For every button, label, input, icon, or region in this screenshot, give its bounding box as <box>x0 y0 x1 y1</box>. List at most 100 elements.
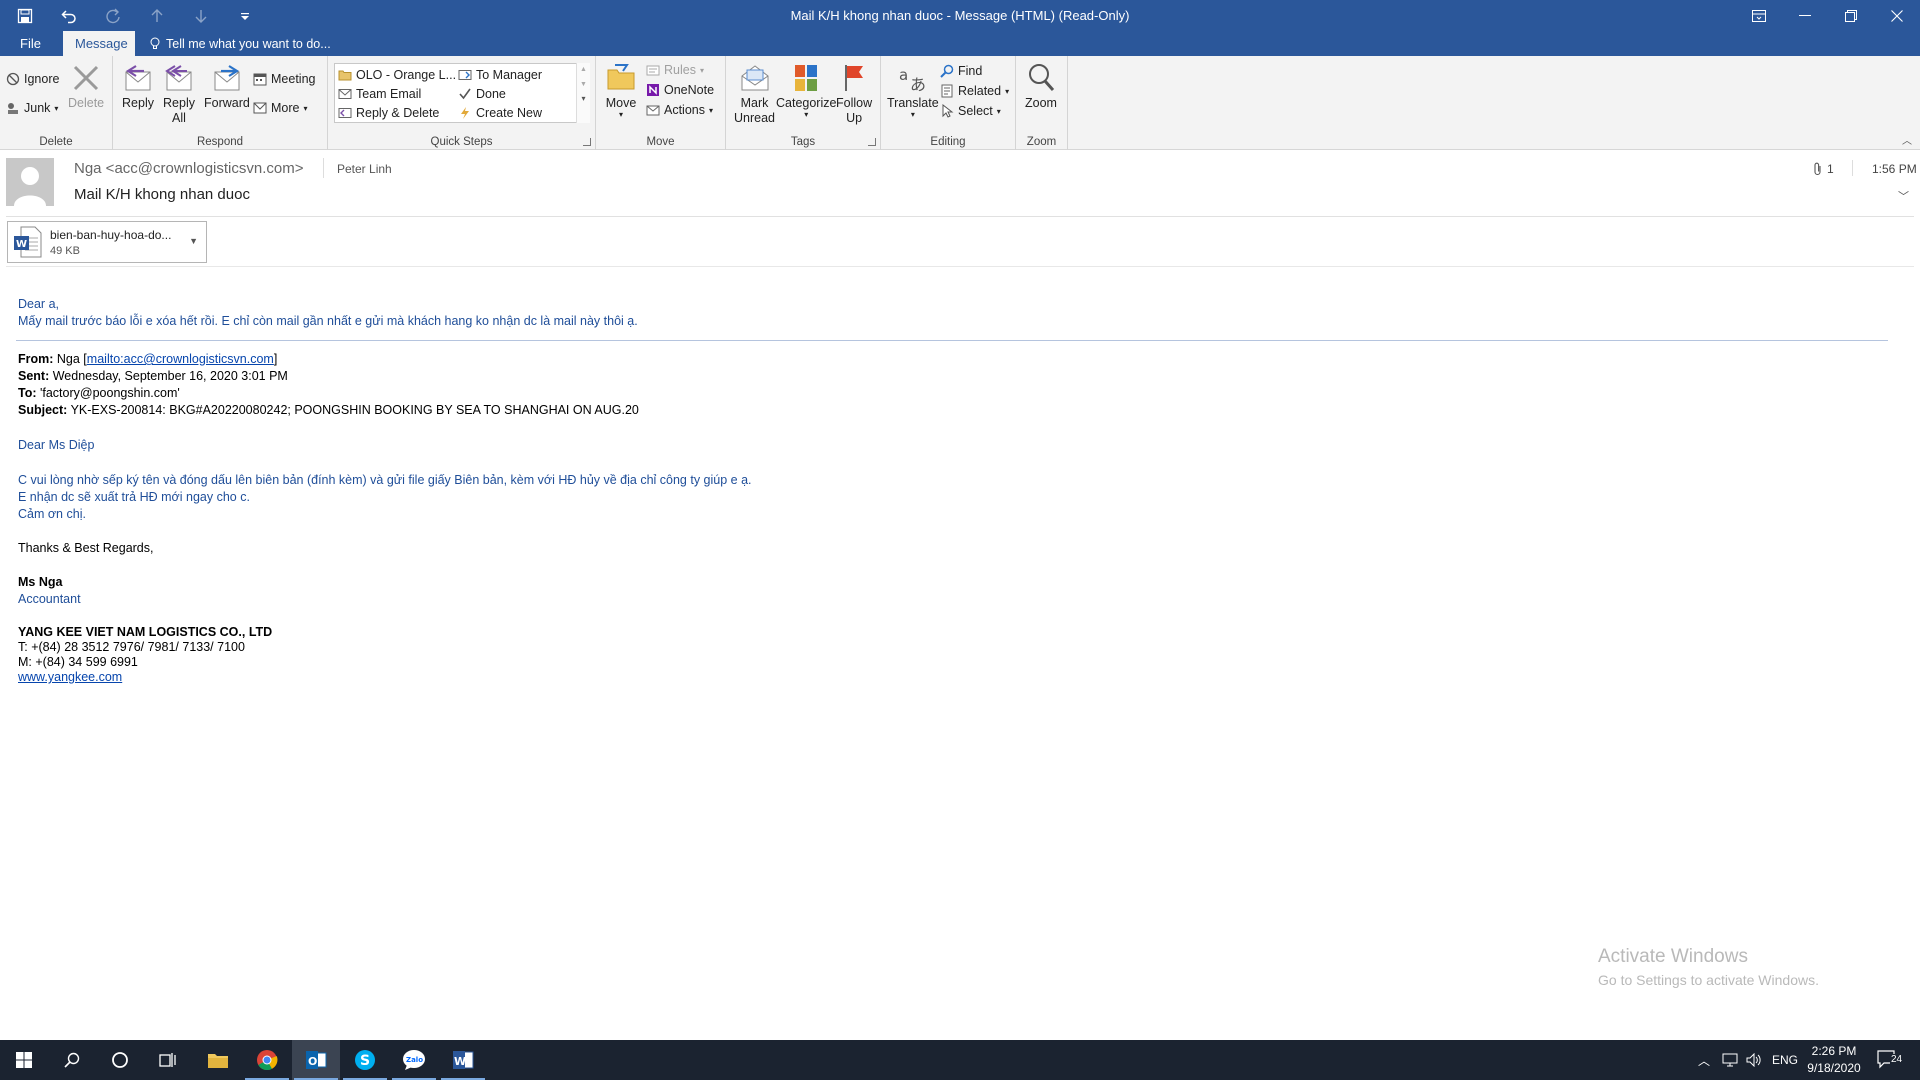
signature-website-link[interactable]: www.yangkee.com <box>18 670 122 684</box>
ribbon-display-options-icon[interactable] <box>1736 0 1782 31</box>
rules-button[interactable]: Rules ▾ <box>646 60 704 80</box>
undo-icon[interactable] <box>54 1 84 31</box>
volume-icon[interactable] <box>1746 1040 1762 1080</box>
network-icon[interactable] <box>1722 1040 1738 1080</box>
junk-button[interactable]: Junk ▾ <box>6 98 58 118</box>
signature-company: YANG KEE VIET NAM LOGISTICS CO., LTD <box>18 625 273 639</box>
speaker-icon <box>1746 1053 1761 1067</box>
translate-button[interactable]: aあ Translate ▾ <box>887 62 939 119</box>
search-button[interactable] <box>48 1040 96 1080</box>
more-icon <box>253 102 267 114</box>
taskbar-skype[interactable]: S <box>341 1040 389 1080</box>
restore-icon[interactable] <box>1828 0 1874 31</box>
move-label: Move <box>605 96 637 110</box>
delete-button[interactable]: Delete <box>68 62 104 111</box>
quick-step-to-manager[interactable]: To Manager <box>458 65 542 85</box>
save-icon[interactable] <box>10 1 40 31</box>
show-hidden-icons[interactable]: ︿ <box>1698 1040 1710 1080</box>
tell-me-search[interactable]: Tell me what you want to do... <box>150 31 331 56</box>
start-button[interactable] <box>0 1040 48 1080</box>
gallery-more-icon[interactable]: ▾ <box>577 94 590 103</box>
reply-button[interactable]: Reply <box>122 62 154 111</box>
taskbar-outlook[interactable]: O <box>292 1040 340 1080</box>
expand-header-icon[interactable]: ﹀ <box>1898 188 1909 204</box>
follow-up-button[interactable]: Follow Up <box>836 62 872 126</box>
avatar <box>6 158 54 206</box>
quick-step-done[interactable]: Done <box>458 84 506 104</box>
zoom-button[interactable]: Zoom <box>1025 62 1057 111</box>
actions-button[interactable]: Actions ▾ <box>646 100 713 120</box>
sender[interactable]: Nga <acc@crownlogisticsvn.com> <box>74 160 303 177</box>
received-time: 1:56 PM <box>1872 162 1917 176</box>
svg-text:あ: あ <box>910 75 926 94</box>
more-button[interactable]: More ▾ <box>253 98 308 118</box>
mark-unread-button[interactable]: Mark Unread <box>734 62 775 126</box>
zoom-group-label: Zoom <box>1026 136 1057 148</box>
close-icon[interactable] <box>1874 0 1920 31</box>
title-bar: Mail K/H khong nhan duoc - Message (HTML… <box>0 0 1920 31</box>
editing-group-label: Editing <box>930 136 966 148</box>
from-name: Nga [ <box>56 352 87 366</box>
signature-mobile: M: +(84) 34 599 6991 <box>18 655 138 669</box>
quick-step-team-email[interactable]: Team Email <box>338 84 421 104</box>
related-button[interactable]: Related ▾ <box>940 81 1009 101</box>
scroll-down-icon[interactable]: ▼ <box>577 81 590 88</box>
redo-icon[interactable] <box>98 1 128 31</box>
tab-message[interactable]: Message <box>63 31 135 56</box>
from-mailto-link[interactable]: mailto:acc@crownlogisticsvn.com <box>87 352 274 366</box>
editing-group: aあ Translate ▾ Find Related ▾ Select ▾ E… <box>881 56 1016 150</box>
taskbar-word[interactable]: W <box>439 1040 487 1080</box>
move-button[interactable]: Move ▾ <box>605 62 637 119</box>
forward-mail-icon <box>458 70 472 80</box>
next-item-icon[interactable] <box>186 1 216 31</box>
meeting-icon <box>253 73 267 86</box>
select-button[interactable]: Select ▾ <box>940 101 1001 121</box>
outlook-icon: O <box>306 1051 327 1069</box>
body-greeting: Dear a, <box>18 297 59 311</box>
forward-button[interactable]: Forward <box>204 62 250 111</box>
reply-all-label-1: Reply <box>163 96 195 110</box>
to-value: 'factory@poongshin.com' <box>40 386 180 400</box>
ignore-button[interactable]: Ignore <box>6 69 59 89</box>
taskbar-chrome[interactable] <box>243 1040 291 1080</box>
cortana-button[interactable] <box>96 1040 144 1080</box>
to-label: To: <box>18 386 37 400</box>
collapse-ribbon-icon[interactable]: ︿ <box>1902 132 1912 147</box>
tab-file[interactable]: File <box>8 31 53 56</box>
onenote-button[interactable]: OneNote <box>646 80 714 100</box>
quick-step-olo[interactable]: OLO - Orange L... <box>338 65 456 85</box>
ribbon: Ignore Junk ▾ Delete Delete Reply Reply … <box>0 56 1920 150</box>
attachment[interactable]: W bien-ban-huy-hoa-do... 49 KB ▼ <box>7 221 207 263</box>
dialog-launcher-icon[interactable] <box>868 138 876 146</box>
categorize-icon <box>795 65 818 91</box>
reply-all-button[interactable]: Reply All <box>163 62 195 126</box>
signature-name: Ms Nga <box>18 575 63 589</box>
quick-step-reply-delete[interactable]: Reply & Delete <box>338 103 439 123</box>
recipient[interactable]: Peter Linh <box>337 162 392 176</box>
action-center-button[interactable]: 24 <box>1876 1040 1904 1080</box>
input-language[interactable]: ENG <box>1772 1040 1798 1080</box>
quick-steps-scroll[interactable]: ▲ ▼ ▾ <box>576 63 590 123</box>
previous-item-icon[interactable] <box>142 1 172 31</box>
follow-up-label-1: Follow <box>836 96 873 110</box>
task-view-button[interactable] <box>144 1040 192 1080</box>
find-button[interactable]: Find <box>940 61 982 81</box>
move-group: Move ▾ Rules ▾ OneNote Actions ▾ Move <box>596 56 726 150</box>
categorize-button[interactable]: Categorize ▾ <box>776 62 836 119</box>
quick-step-create-new[interactable]: Create New <box>458 103 542 123</box>
chevron-down-icon: ▾ <box>996 106 1001 116</box>
svg-text:S: S <box>360 1053 370 1069</box>
select-label: Select <box>958 104 993 118</box>
tags-group-label: Tags <box>790 136 816 148</box>
taskbar-zalo[interactable]: Zalo <box>390 1040 438 1080</box>
taskbar-file-explorer[interactable] <box>194 1040 242 1080</box>
chevron-down-icon[interactable]: ▼ <box>189 236 198 246</box>
scroll-up-icon[interactable]: ▲ <box>577 66 590 73</box>
meeting-button[interactable]: Meeting <box>253 69 315 89</box>
chevron-down-icon: ▾ <box>618 110 623 119</box>
ignore-icon <box>6 72 20 86</box>
system-clock[interactable]: 2:26 PM 9/18/2020 <box>1798 1043 1870 1077</box>
customize-toolbar-icon[interactable] <box>230 1 260 31</box>
dialog-launcher-icon[interactable] <box>583 138 591 146</box>
minimize-icon[interactable] <box>1782 0 1828 31</box>
